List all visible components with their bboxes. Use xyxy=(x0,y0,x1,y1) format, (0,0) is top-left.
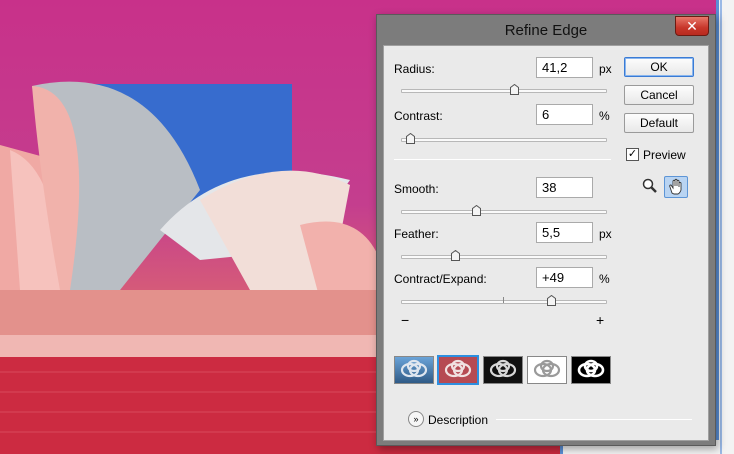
description-label: Description xyxy=(428,413,489,427)
view-quick-mask-thumbnail[interactable] xyxy=(437,355,479,385)
dialog-title: Refine Edge xyxy=(504,22,588,39)
preview-label: Preview xyxy=(643,148,686,162)
view-on-white-thumbnail[interactable] xyxy=(527,356,567,384)
feather-label: Feather: xyxy=(394,227,439,241)
feather-unit: px xyxy=(599,227,612,241)
feather-input[interactable]: 5,5 xyxy=(536,222,593,243)
view-on-black-thumbnail[interactable] xyxy=(483,356,523,384)
description-divider xyxy=(496,419,692,420)
center-tick xyxy=(503,297,504,303)
default-button[interactable]: Default xyxy=(624,113,694,133)
contrast-slider-thumb[interactable] xyxy=(406,133,415,144)
plus-sign: + xyxy=(596,312,605,328)
minus-sign: − xyxy=(401,312,410,328)
description-expand-button[interactable]: » xyxy=(408,411,424,427)
contract-expand-input[interactable]: +49 xyxy=(536,267,593,288)
view-standard-thumbnail[interactable] xyxy=(394,356,434,384)
contract-expand-label: Contract/Expand: xyxy=(394,272,487,286)
smooth-label: Smooth: xyxy=(394,182,439,196)
contrast-input[interactable]: 6 xyxy=(536,104,593,125)
radius-slider-thumb[interactable] xyxy=(510,84,519,95)
cancel-button[interactable]: Cancel xyxy=(624,85,694,105)
smooth-slider-thumb[interactable] xyxy=(472,205,481,216)
ok-button[interactable]: OK xyxy=(624,57,694,77)
smooth-input[interactable]: 38 xyxy=(536,177,593,198)
panel-edge xyxy=(716,0,734,454)
radius-label: Radius: xyxy=(394,62,435,76)
view-black-and-white-thumbnail[interactable] xyxy=(571,356,611,384)
contrast-slider-track[interactable] xyxy=(401,138,607,142)
contract-expand-slider-track[interactable] xyxy=(401,300,607,304)
feather-slider-track[interactable] xyxy=(401,255,607,259)
contrast-label: Contrast: xyxy=(394,109,443,123)
dialog-titlebar[interactable]: Refine Edge ✕ xyxy=(377,15,715,45)
hand-icon[interactable] xyxy=(664,176,688,198)
preview-checkbox[interactable]: ✓ xyxy=(626,148,639,161)
refine-edge-dialog: Refine Edge ✕ Radius: 41,2 px Contrast: … xyxy=(376,14,716,446)
radius-input[interactable]: 41,2 xyxy=(536,57,593,78)
feather-slider-thumb[interactable] xyxy=(451,250,460,261)
zoom-icon[interactable] xyxy=(638,176,662,198)
smooth-slider-track[interactable] xyxy=(401,210,607,214)
section-divider xyxy=(394,159,611,160)
contract-expand-unit: % xyxy=(599,272,610,286)
dialog-body: Radius: 41,2 px Contrast: 6 % Smooth: 38… xyxy=(383,45,709,441)
contract-expand-slider-thumb[interactable] xyxy=(547,295,556,306)
contrast-unit: % xyxy=(599,109,610,123)
radius-unit: px xyxy=(599,62,612,76)
radius-slider-track[interactable] xyxy=(401,89,607,93)
close-button[interactable]: ✕ xyxy=(675,16,709,36)
